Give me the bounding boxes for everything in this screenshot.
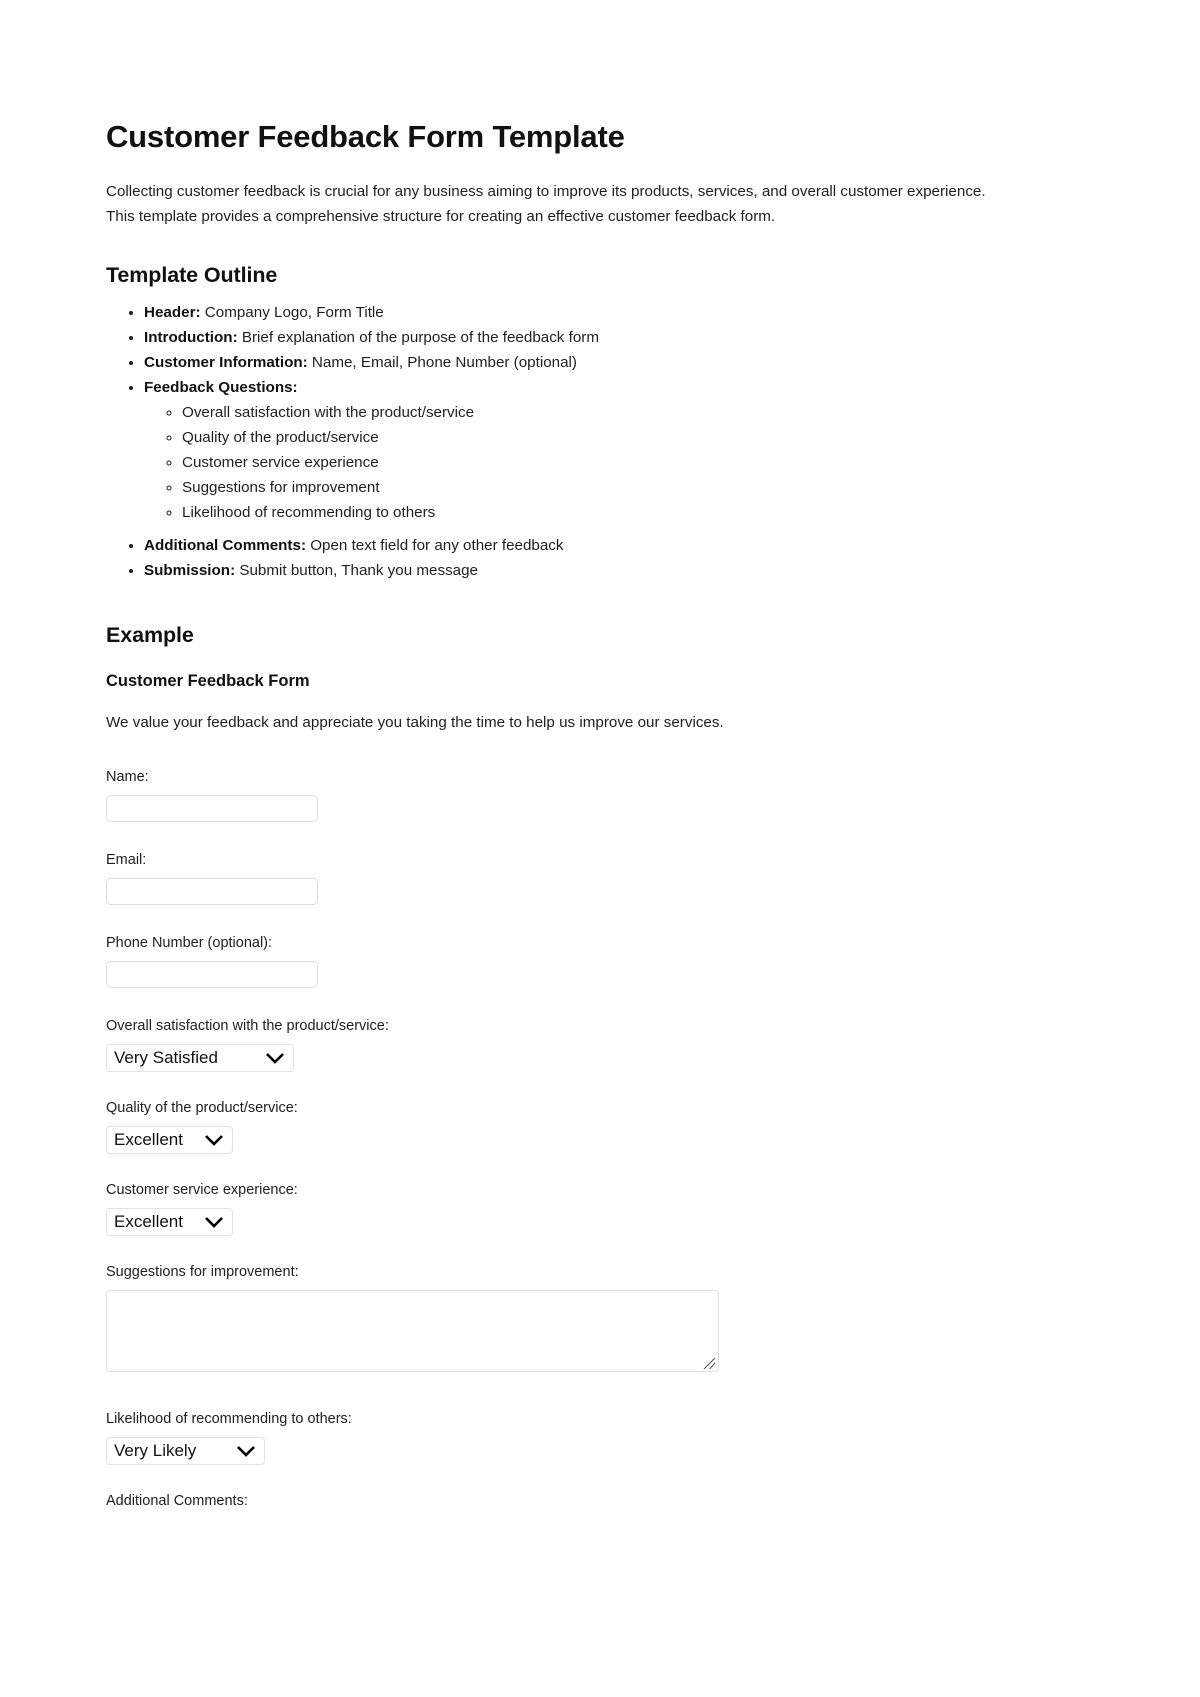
example-heading: Example — [106, 622, 194, 647]
page-title: Customer Feedback Form Template — [106, 119, 625, 154]
feedback-questions-sublist: Overall satisfaction with the product/se… — [144, 400, 1010, 525]
list-item: Feedback Questions: Overall satisfaction… — [144, 375, 1010, 525]
field-satisfaction: Overall satisfaction with the product/se… — [106, 1016, 1010, 1072]
quality-label: Quality of the product/service: — [106, 1099, 298, 1116]
satisfaction-label: Overall satisfaction with the product/se… — [106, 1017, 389, 1034]
list-item: Likelihood of recommending to others — [182, 500, 1010, 525]
list-item-label: Feedback Questions: — [144, 378, 298, 396]
list-spacer — [144, 525, 1010, 533]
phone-label: Phone Number (optional): — [106, 934, 273, 951]
additional-comments-label: Additional Comments: — [106, 1492, 248, 1509]
name-label: Name: — [106, 768, 149, 785]
likelihood-label: Likelihood of recommending to others: — [106, 1410, 352, 1427]
email-input[interactable] — [106, 877, 318, 905]
list-item-text: Submit button, Thank you message — [235, 561, 478, 579]
list-item-label: Header: — [144, 303, 201, 321]
field-service: Customer service experience: Excellent — [106, 1180, 1010, 1236]
name-input[interactable] — [106, 794, 318, 822]
list-item-label: Additional Comments: — [144, 536, 306, 554]
list-item: Additional Comments: Open text field for… — [144, 533, 1010, 558]
likelihood-select[interactable]: Very Likely — [106, 1436, 265, 1465]
list-item-text: Open text field for any other feedback — [306, 536, 564, 554]
list-item-label: Introduction: — [144, 328, 238, 346]
template-outline-list: Header: Company Logo, Form Title Introdu… — [106, 300, 1010, 583]
suggestions-textarea-holder — [106, 1289, 719, 1372]
list-item: Suggestions for improvement — [182, 475, 1010, 500]
service-selected-value: Excellent — [114, 1211, 183, 1231]
satisfaction-selected-value: Very Satisfied — [114, 1047, 218, 1067]
suggestions-label: Suggestions for improvement: — [106, 1263, 299, 1280]
list-item: Customer Information: Name, Email, Phone… — [144, 350, 1010, 375]
service-select[interactable]: Excellent — [106, 1207, 233, 1236]
list-item-text: Name, Email, Phone Number (optional) — [307, 353, 577, 371]
chevron-down-icon — [237, 1445, 255, 1457]
service-label: Customer service experience: — [106, 1181, 298, 1198]
intro-paragraph: Collecting customer feedback is crucial … — [106, 182, 986, 225]
document-page: Customer Feedback Form Template Collecti… — [0, 0, 1200, 1697]
form-title: Customer Feedback Form — [106, 671, 310, 690]
field-name: Name: — [106, 767, 1010, 822]
likelihood-selected-value: Very Likely — [114, 1440, 197, 1460]
field-additional-comments: Additional Comments: — [106, 1491, 1010, 1511]
list-item: Introduction: Brief explanation of the p… — [144, 325, 1010, 350]
field-likelihood: Likelihood of recommending to others: Ve… — [106, 1409, 1010, 1465]
chevron-down-icon — [266, 1052, 284, 1064]
phone-input[interactable] — [106, 960, 318, 988]
list-item: Overall satisfaction with the product/se… — [182, 400, 1010, 425]
chevron-down-icon — [205, 1216, 223, 1228]
list-item: Header: Company Logo, Form Title — [144, 300, 1010, 325]
list-item: Quality of the product/service — [182, 425, 1010, 450]
quality-selected-value: Excellent — [114, 1129, 183, 1149]
field-quality: Quality of the product/service: Excellen… — [106, 1098, 1010, 1154]
list-item: Customer service experience — [182, 450, 1010, 475]
email-label: Email: — [106, 851, 147, 868]
list-item-label: Customer Information: — [144, 353, 308, 371]
field-phone: Phone Number (optional): — [106, 933, 1010, 988]
template-outline-heading: Template Outline — [106, 262, 278, 287]
field-suggestions: Suggestions for improvement: — [106, 1262, 1010, 1377]
quality-select[interactable]: Excellent — [106, 1125, 233, 1154]
list-item-text: Brief explanation of the purpose of the … — [237, 328, 599, 346]
list-item: Submission: Submit button, Thank you mes… — [144, 558, 1010, 583]
list-item-label: Submission: — [144, 561, 236, 579]
satisfaction-select[interactable]: Very Satisfied — [106, 1043, 294, 1072]
list-item-text: Company Logo, Form Title — [200, 303, 384, 321]
field-email: Email: — [106, 850, 1010, 905]
chevron-down-icon — [205, 1134, 223, 1146]
suggestions-textarea[interactable] — [106, 1289, 719, 1372]
form-subtitle: We value your feedback and appreciate yo… — [106, 713, 724, 731]
